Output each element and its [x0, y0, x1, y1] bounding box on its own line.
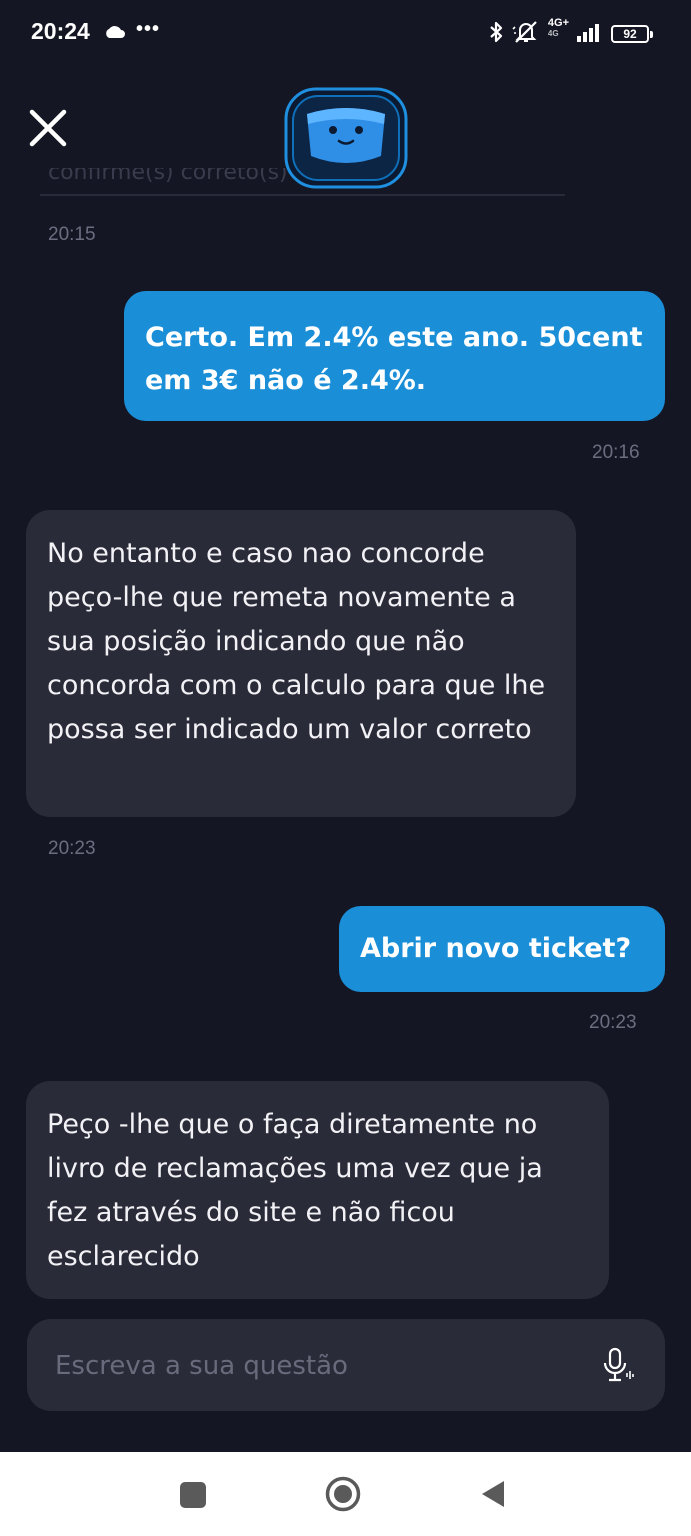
message-timestamp: 20:23: [48, 838, 96, 859]
message-input[interactable]: [53, 1341, 577, 1391]
message-text: No entanto e caso nao concorde peço-lhe …: [47, 538, 546, 745]
system-navigation-bar: [0, 1452, 691, 1536]
user-message-bubble: Certo. Em 2.4% este ano. 50cent em 3€ nã…: [124, 291, 665, 421]
home-icon[interactable]: [325, 1476, 361, 1512]
network-type: 4G+ 4G: [547, 16, 569, 39]
user-message-bubble: Abrir novo ticket?: [339, 906, 665, 992]
message-timestamp: 20:16: [592, 442, 640, 463]
bot-message-bubble: Peço -lhe que o faça diretamente no livr…: [26, 1081, 609, 1299]
status-icons: 4G+ 4G 92: [488, 16, 653, 48]
muted-bell-icon: [512, 20, 540, 48]
message-text: Certo. Em 2.4% este ano. 50cent em 3€ nã…: [145, 322, 643, 396]
status-bar: 20:24 ••• 4G+ 4G 92: [0, 0, 691, 66]
status-time: 20:24: [31, 18, 90, 44]
message-text: Peço -lhe que o faça diretamente no livr…: [47, 1109, 543, 1272]
battery-icon: 92: [611, 25, 653, 43]
previous-message-text: confirme(s) correto(s): [48, 168, 288, 185]
bot-avatar-icon: [283, 86, 409, 190]
message-timestamp: 20:23: [589, 1012, 637, 1033]
close-icon[interactable]: [28, 108, 68, 148]
bluetooth-icon: [488, 20, 504, 48]
message-text: Abrir novo ticket?: [360, 933, 632, 964]
battery-level: 92: [623, 27, 637, 41]
more-notifications-icon: •••: [136, 18, 161, 40]
microphone-icon[interactable]: [601, 1347, 635, 1385]
back-icon[interactable]: [480, 1479, 506, 1509]
recent-apps-icon[interactable]: [180, 1482, 206, 1508]
message-timestamp: 20:15: [48, 224, 96, 245]
network-sub-label: 4G: [547, 28, 559, 38]
previous-message-divider: [40, 194, 565, 196]
signal-icon: [577, 22, 603, 46]
message-composer: [27, 1319, 665, 1411]
network-label: 4G+: [547, 16, 569, 29]
cloud-icon: [103, 24, 127, 44]
bot-message-bubble: No entanto e caso nao concorde peço-lhe …: [26, 510, 576, 817]
